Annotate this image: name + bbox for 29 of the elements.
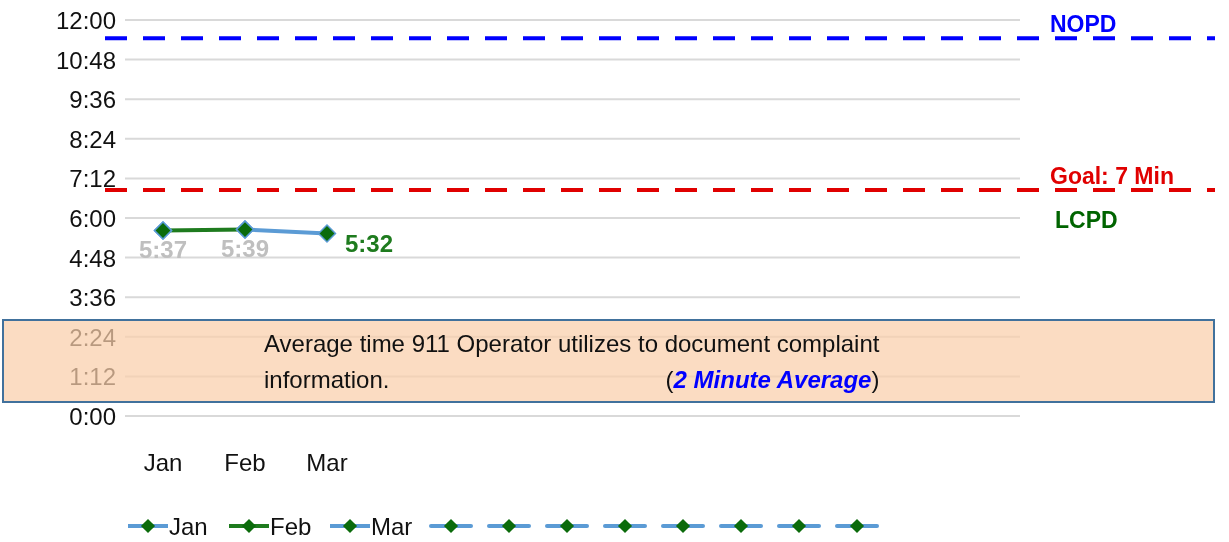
legend-item: Mar <box>330 513 413 540</box>
data-label: 5:37 <box>139 235 187 263</box>
category-label: Feb <box>224 449 266 476</box>
axis-tick-label: 9:36 <box>69 86 116 114</box>
callout-note: (2 Minute Average) <box>665 365 880 395</box>
axis-tick-label: 1:12 <box>69 363 116 391</box>
legend-label: Jan <box>169 513 208 540</box>
legend-item: Feb <box>229 513 312 540</box>
axis-tick-label: 10:48 <box>55 46 116 74</box>
axis-tick-label: 4:48 <box>69 244 116 272</box>
legend-label: Mar <box>371 513 413 540</box>
category-label: Mar <box>306 449 348 476</box>
data-label: 5:39 <box>221 234 269 262</box>
line-label: Goal: 7 Min <box>1050 162 1174 189</box>
line-label: LCPD <box>1055 207 1118 233</box>
category-label: Jan <box>143 449 183 476</box>
axis-tick-label: 6:00 <box>69 205 116 232</box>
axis-tick-label: 8:24 <box>69 125 116 153</box>
legend-label: Feb <box>270 513 312 540</box>
axis-tick-label: 7:12 <box>69 165 116 193</box>
data-label: 5:32 <box>345 229 394 257</box>
axis-tick-label: 0:00 <box>69 403 116 430</box>
axis-tick-label: 12:00 <box>55 7 116 34</box>
line-label: NOPD <box>1050 11 1117 38</box>
callout-text: Average time 911 Operator utilizes to document complaint <box>264 329 880 359</box>
callout-text: information. <box>264 365 391 395</box>
axis-tick-label: 2:24 <box>69 323 116 351</box>
axis-tick-label: 3:36 <box>69 284 116 312</box>
legend-item: Jan <box>128 513 208 540</box>
